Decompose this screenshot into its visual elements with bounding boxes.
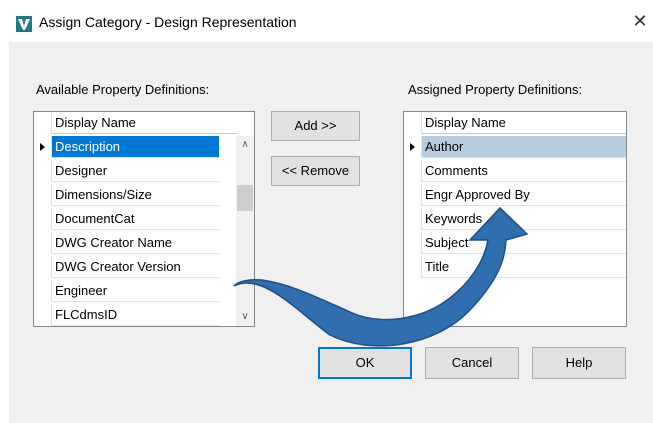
current-row-indicator-icon <box>410 143 415 151</box>
display-name-cell[interactable]: Description <box>51 136 219 158</box>
grid-header-row: Display Name <box>404 112 626 135</box>
row-header-cell[interactable] <box>34 160 50 183</box>
available-properties-label: Available Property Definitions: <box>36 82 210 97</box>
table-row[interactable]: Designer <box>34 160 219 183</box>
grid-header-row: Display Name <box>34 112 254 135</box>
table-row[interactable]: Author <box>404 136 626 159</box>
autodesk-v-icon <box>16 16 32 32</box>
row-header-cell[interactable] <box>34 208 50 231</box>
table-row[interactable]: Title <box>404 256 626 279</box>
row-header-cell[interactable] <box>34 280 50 303</box>
display-name-cell[interactable]: Engr Approved By <box>421 184 626 206</box>
table-row[interactable]: DWG Creator Name <box>34 232 219 255</box>
close-icon[interactable]: ✕ <box>628 9 652 33</box>
display-name-cell[interactable]: Engineer <box>51 280 219 302</box>
row-header-cell[interactable] <box>34 304 50 326</box>
column-header-display-name[interactable]: Display Name <box>421 112 626 134</box>
row-header-cell <box>404 112 420 135</box>
row-header-cell[interactable] <box>404 256 420 279</box>
table-row[interactable]: Description <box>34 136 219 159</box>
table-row[interactable]: DocumentCat <box>34 208 219 231</box>
display-name-cell[interactable]: Keywords <box>421 208 626 230</box>
row-header-cell[interactable] <box>404 136 420 159</box>
row-header-cell[interactable] <box>34 232 50 255</box>
scroll-thumb[interactable] <box>237 185 253 211</box>
row-header-cell[interactable] <box>404 208 420 231</box>
row-header-cell[interactable] <box>34 256 50 279</box>
row-header-cell[interactable] <box>404 160 420 183</box>
help-button[interactable]: Help <box>532 347 626 379</box>
row-header-cell[interactable] <box>34 136 50 159</box>
add-button[interactable]: Add >> <box>271 111 360 141</box>
display-name-cell[interactable]: Designer <box>51 160 219 182</box>
window-title: Assign Category - Design Representation <box>39 14 297 30</box>
display-name-cell[interactable]: Subject <box>421 232 626 254</box>
row-header-cell <box>34 112 50 135</box>
table-row[interactable]: DWG Creator Version <box>34 256 219 279</box>
scroll-up-icon[interactable]: ∧ <box>236 136 254 154</box>
table-row[interactable]: FLCdmsID <box>34 304 219 326</box>
display-name-cell[interactable]: Author <box>421 136 626 158</box>
table-row[interactable]: Engineer <box>34 280 219 303</box>
table-row[interactable]: Dimensions/Size <box>34 184 219 207</box>
table-row[interactable]: Engr Approved By <box>404 184 626 207</box>
table-row[interactable]: Keywords <box>404 208 626 231</box>
row-header-cell[interactable] <box>404 232 420 255</box>
display-name-cell[interactable]: Title <box>421 256 626 278</box>
assigned-properties-grid[interactable]: Display Name Author Comments Engr Approved… <box>403 111 627 327</box>
available-properties-grid[interactable]: Display Name Description Designer Dimensio… <box>33 111 255 327</box>
display-name-cell[interactable]: DWG Creator Version <box>51 256 219 278</box>
row-header-cell[interactable] <box>404 184 420 207</box>
row-header-cell[interactable] <box>34 184 50 207</box>
display-name-cell[interactable]: DocumentCat <box>51 208 219 230</box>
assigned-properties-label: Assigned Property Definitions: <box>408 82 583 97</box>
display-name-cell[interactable]: Dimensions/Size <box>51 184 219 206</box>
current-row-indicator-icon <box>40 143 45 151</box>
table-row[interactable]: Comments <box>404 160 626 183</box>
remove-button[interactable]: << Remove <box>271 156 360 186</box>
ok-button[interactable]: OK <box>318 347 412 379</box>
title-bar: Assign Category - Design Representation … <box>0 0 653 42</box>
display-name-cell[interactable]: Comments <box>421 160 626 182</box>
column-header-display-name[interactable]: Display Name <box>51 112 237 134</box>
display-name-cell[interactable]: DWG Creator Name <box>51 232 219 254</box>
scroll-down-icon[interactable]: ∨ <box>236 308 254 326</box>
cancel-button[interactable]: Cancel <box>425 347 519 379</box>
left-vertical-scrollbar[interactable]: ∧ ∨ <box>236 136 254 326</box>
display-name-cell[interactable]: FLCdmsID <box>51 304 219 326</box>
table-row[interactable]: Subject <box>404 232 626 255</box>
